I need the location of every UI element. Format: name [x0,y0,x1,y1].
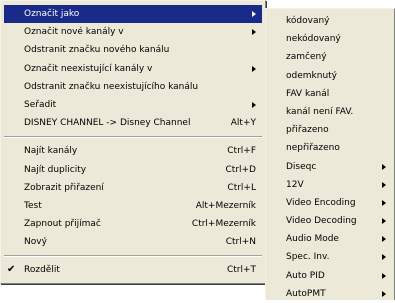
menu-item-shortcut: Ctrl+D [225,164,257,175]
menu-item-label: Video Encoding [286,197,356,208]
menu-item-label: Rozdělit [24,265,60,276]
submenu-arrow-icon [382,236,386,243]
menu-item-odstranit-znacku-noveho-kanalu[interactable]: Odstranit značku nového kanálu [4,41,262,59]
submenu-arrow-icon [252,11,256,17]
menu-item-oznacit-neexistujici-kanaly-v[interactable]: Označit neexistující kanály v [4,60,262,78]
menu-item-disney-channel-disney-channel[interactable]: DISNEY CHANNEL -> Disney Channel Alt+Y [4,114,262,132]
menu-item-shortcut: Ctrl+N [225,237,256,248]
menu-item-label: Test [24,200,42,211]
submenu-arrow-icon [382,272,386,279]
menu-item-label: Nový [24,237,47,248]
menu-item-najit-kanaly[interactable]: Najít kanály Ctrl+F [4,142,262,160]
menu-item-zobrazit-prirazeni[interactable]: Zobrazit přiřazení Ctrl+L [4,179,262,197]
submenu-arrow-icon [382,181,386,188]
submenu-item-audio-mode[interactable]: Audio Mode [268,230,392,248]
menu-item-label: Označit jako [24,9,80,19]
submenu-item-prirazeno[interactable]: přiřazeno [268,121,392,139]
submenu-item-spec-inv[interactable]: Spec. Inv. [268,248,392,266]
submenu-item-video-decoding[interactable]: Video Decoding [268,212,392,230]
menu-item-label: Auto PID [286,270,325,281]
menu-item-label: Seřadit [24,99,57,110]
menu-item-label: odemknutý [286,70,337,81]
menu-item-seradit[interactable]: Seřadit [4,96,262,114]
menu-item-label: Zapnout přijímač [24,219,101,230]
menu-item-najit-duplicity[interactable]: Najít duplicity Ctrl+D [4,161,262,179]
submenu-arrow-icon [252,101,256,108]
menu-item-label: přiřazeno [286,125,329,136]
submenu-arrow-icon [252,65,256,72]
submenu-item-fav-kanal[interactable]: FAV kanál [268,85,392,103]
menu-item-label: kanál není FAV. [286,106,354,117]
menu-item-label: Označit neexistující kanály v [24,63,153,74]
menu-item-shortcut: Alt+Y [230,118,256,129]
check-icon: ✔ [7,264,16,276]
menu-item-test[interactable]: Test Alt+Mezerník [4,197,262,215]
menu-item-label: Audio Mode [286,234,339,245]
menu-item-label: Video Decoding [286,216,357,227]
submenu-item-odemknuty[interactable]: odemknutý [268,67,392,85]
menu-item-label: Najít duplicity [24,164,87,175]
menu-item-label: Spec. Inv. [286,252,330,263]
submenu-item-12v[interactable]: 12V [268,176,392,194]
menu-item-oznacit-jako[interactable]: Označit jako [4,5,262,24]
menu-item-label: Odstranit značku nového kanálu [24,45,170,56]
menu-item-label: Najít kanály [24,146,78,157]
menu-item-oznacit-nove-kanaly-v[interactable]: Označit nové kanály v [4,23,262,41]
menu-item-rozdelit[interactable]: ✔ Rozdělit Ctrl+T [4,261,262,279]
submenu-arrow-icon [252,29,256,36]
submenu-arrow-icon [382,199,386,206]
menu-item-label: FAV kanál [286,88,330,99]
mark-as-submenu: kódovaný nekódovaný zamčený odemknutý FAV ka… [265,8,395,300]
submenu-item-kanal-neni-fav[interactable]: kanál není FAV. [268,103,392,121]
menu-item-label: Diseqc [286,161,317,172]
menu-item-odstranit-znacku-neexistujiciho-kanalu[interactable]: Odstranit značku neexistujícího kanálu [4,78,262,96]
submenu-arrow-icon [382,254,386,261]
menu-item-label: AutoPMT [286,288,326,299]
menu-item-label: nepřiřazeno [286,143,340,154]
menu-item-label: Zobrazit přiřazení [24,182,104,193]
menu-item-label: zamčený [286,52,327,63]
menu-item-label: Označit nové kanály v [24,27,124,38]
menu-item-label: Odstranit značku neexistujícího kanálu [24,81,199,92]
menu-item-zapnout-prijimac[interactable]: Zapnout přijímač Ctrl+Mezerník [4,215,262,233]
submenu-item-nekodovany[interactable]: nekódovaný [268,30,392,48]
submenu-item-diseqc[interactable]: Diseqc [268,158,392,176]
submenu-item-auto-pid[interactable]: Auto PID [268,267,392,285]
submenu-arrow-icon [382,290,386,297]
submenu-item-video-encoding[interactable]: Video Encoding [268,194,392,212]
menu-item-label: DISNEY CHANNEL -> Disney Channel [24,118,191,129]
submenu-arrow-icon [382,163,386,170]
submenu-item-kodovany[interactable]: kódovaný [268,12,392,30]
context-menu: Označit jako Označit nové kanály v Odstran… [0,0,266,284]
menu-item-shortcut: Ctrl+F [227,146,256,157]
submenu-arrow-icon [382,218,386,225]
menu-separator [4,136,262,139]
menu-separator [4,255,262,258]
submenu-item-zamceny[interactable]: zamčený [268,48,392,66]
menu-item-shortcut: Alt+Mezerník [195,200,256,211]
submenu-item-autopmt[interactable]: AutoPMT [268,285,392,303]
menu-item-label: nekódovaný [286,34,341,45]
menu-item-novy[interactable]: Nový Ctrl+N [4,233,262,251]
submenu-item-neprirazeno[interactable]: nepřiřazeno [268,139,392,157]
menu-item-label: 12V [286,179,304,190]
menu-item-shortcut: Ctrl+Mezerník [191,219,256,230]
menu-item-label: kódovaný [286,16,330,26]
menu-item-shortcut: Ctrl+T [226,265,256,276]
menu-item-shortcut: Ctrl+L [227,182,256,193]
